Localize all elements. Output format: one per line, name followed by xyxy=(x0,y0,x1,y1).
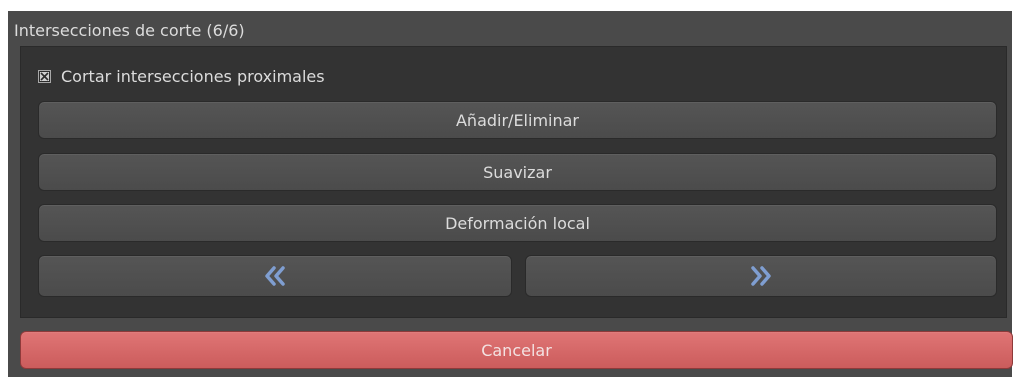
smooth-button-label: Suavizar xyxy=(483,162,552,182)
double-chevron-left-icon xyxy=(265,266,285,286)
add-remove-button[interactable]: Añadir/Eliminar xyxy=(38,101,997,139)
double-chevron-right-icon xyxy=(751,266,771,286)
next-intersection-button[interactable] xyxy=(525,255,997,297)
cancel-button[interactable]: Cancelar xyxy=(20,331,1013,369)
add-remove-button-label: Añadir/Eliminar xyxy=(455,110,579,130)
previous-intersection-button[interactable] xyxy=(38,255,512,297)
local-deformation-button-label: Deformación local xyxy=(445,213,590,233)
panel-title: Intersecciones de corte (6/6) xyxy=(14,21,245,40)
cut-proximal-label: Cortar intersecciones proximales xyxy=(61,66,325,86)
cut-proximal-checkbox[interactable] xyxy=(38,69,51,83)
cancel-button-label: Cancelar xyxy=(481,340,552,360)
cut-proximal-checkbox-row[interactable]: Cortar intersecciones proximales xyxy=(38,64,325,88)
local-deformation-button[interactable]: Deformación local xyxy=(38,204,997,242)
checkbox-checked-icon xyxy=(40,71,49,81)
smooth-button[interactable]: Suavizar xyxy=(38,153,997,191)
